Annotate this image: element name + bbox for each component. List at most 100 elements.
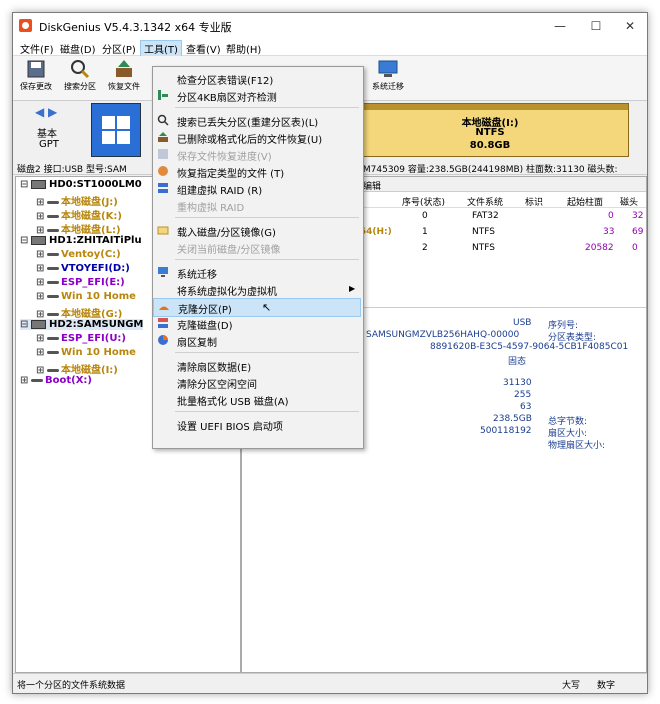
- row2-index: 2: [422, 243, 428, 253]
- menu-partition[interactable]: 分区(P): [99, 41, 139, 56]
- menu-help[interactable]: 帮助(H): [223, 41, 264, 56]
- mouse-cursor-icon: ↖: [262, 301, 272, 314]
- tree-partition-win10-1[interactable]: ⊞ Win 10 Home: [36, 291, 136, 302]
- partition-block-i[interactable]: 本地磁盘(I:) NTFS 80.8GB: [351, 103, 629, 157]
- detail-cylinders: 31130: [503, 378, 532, 388]
- menu-separator: [175, 217, 359, 218]
- menu-bar: 文件(F) 磁盘(D) 分区(P) 工具(T) 查看(V) 帮助(H): [13, 39, 647, 57]
- align-icon: [158, 90, 168, 100]
- close-button[interactable]: ✕: [613, 15, 647, 37]
- tree-disk-hd0[interactable]: ⊟ HD0:ST1000LM0: [20, 179, 142, 190]
- tree-partition-c[interactable]: ⊞ Ventoy(C:): [36, 249, 121, 260]
- menuitem-clone-disk[interactable]: 克隆磁盘(D): [153, 315, 361, 332]
- menu-separator: [175, 411, 359, 412]
- detail-fixed: 固态: [508, 357, 527, 367]
- detail-model: SAMSUNGMZVLB256HAHQ-00000: [366, 330, 520, 340]
- search-partition-button[interactable]: 搜索分区: [59, 58, 101, 98]
- disk-info-right: X0M745309 容量:238.5GB(244198MB) 柱面数:31130…: [351, 165, 618, 175]
- tree-partition-g[interactable]: ⊞ 本地磁盘(G:): [36, 305, 122, 320]
- tree-partition-e[interactable]: ⊞ ESP_EFI(E:): [36, 277, 125, 288]
- col-index: 序号(状态): [402, 198, 446, 208]
- detail-heads: 255: [514, 390, 532, 400]
- tree-partition-j[interactable]: ⊞ 本地磁盘(J:): [36, 193, 118, 208]
- migrate-icon: [378, 60, 398, 77]
- col-flag: 标识: [525, 198, 544, 208]
- menuitem-erase-sectors[interactable]: 清除扇区数据(E): [153, 357, 361, 374]
- menuitem-4kb-align[interactable]: 分区4KB扇区对齐检测: [153, 87, 361, 104]
- menuitem-recover-file-type[interactable]: 恢复指定类型的文件 (T): [153, 163, 361, 180]
- menuitem-load-image[interactable]: 载入磁盘/分区镜像(G): [153, 222, 361, 239]
- tree-partition-u[interactable]: ⊞ ESP_EFI(U:): [36, 333, 126, 344]
- menuitem-virtualize-system[interactable]: 将系统虚拟化为虚拟机 ▶: [153, 281, 361, 298]
- menu-disk[interactable]: 磁盘(D): [57, 41, 99, 56]
- menu-separator: [175, 259, 359, 260]
- recover-icon: [158, 132, 168, 142]
- col-start-cyl: 起始柱面: [567, 198, 604, 208]
- menuitem-uefi-boot[interactable]: 设置 UEFI BIOS 启动项: [153, 416, 361, 433]
- menu-file[interactable]: 文件(F): [17, 41, 57, 56]
- disk-mode-gpt: GPT: [39, 139, 59, 150]
- raid-icon: [158, 183, 168, 193]
- maximize-button[interactable]: ☐: [579, 15, 613, 37]
- tree-partition-i[interactable]: ⊞ 本地磁盘(I:): [36, 361, 118, 376]
- menuitem-wipe-free-space[interactable]: 清除分区空闲空间: [153, 374, 361, 391]
- partition-icon: [47, 252, 59, 256]
- system-migrate-label: 系统迁移: [372, 82, 404, 91]
- partition-icon: [47, 228, 59, 232]
- menu-separator: [175, 107, 359, 108]
- partition-icon: [47, 368, 59, 372]
- search-icon: [71, 60, 90, 79]
- save-changes-button[interactable]: 保存更改: [15, 58, 57, 98]
- menuitem-search-lost-partitions[interactable]: 搜索已丢失分区(重建分区表)(L): [153, 112, 361, 129]
- menuitem-file-recovery[interactable]: 已删除或格式化后的文件恢复(U): [153, 129, 361, 146]
- menu-separator: [175, 352, 359, 353]
- tree-boot-x[interactable]: ⊞ Boot(X:): [20, 375, 92, 386]
- windows-partition-block[interactable]: [91, 103, 141, 157]
- menuitem-batch-format-usb[interactable]: 批量格式化 USB 磁盘(A): [153, 391, 361, 408]
- nav-arrows-icon[interactable]: ◀ ▶: [35, 105, 57, 119]
- menu-tools[interactable]: 工具(T): [140, 40, 182, 57]
- menuitem-save-recovery-progress[interactable]: 保存文件恢复进度(V): [153, 146, 361, 163]
- row1-head: 69: [632, 227, 644, 237]
- hard-disk-icon: [31, 179, 46, 189]
- submenu-arrow-icon: ▶: [349, 284, 356, 293]
- menuitem-sector-copy[interactable]: 扇区复制: [153, 332, 361, 349]
- detail-guid: 8891620B-E3C5-4597-9064-5CB1F4085C01: [430, 342, 629, 352]
- col-filesystem: 文件系统: [467, 198, 504, 208]
- menuitem-rebuild-virtual-raid[interactable]: 重构虚拟 RAID: [153, 197, 361, 214]
- status-text: 将一个分区的文件系统数据: [17, 681, 126, 691]
- tree-disk-hd1[interactable]: ⊟ HD1:ZHITAITiPlu: [20, 235, 142, 246]
- partition-block-fs: NTFS: [475, 127, 505, 138]
- disk-mode-basic: 基本: [37, 129, 57, 140]
- tree-disk-hd2[interactable]: ⊟ HD2:SAMSUNGM: [20, 319, 144, 330]
- hard-disk-icon: [31, 235, 46, 245]
- minimize-button[interactable]: —: [543, 15, 577, 37]
- row0-fs: FAT32: [472, 211, 499, 221]
- status-num: 数字: [597, 681, 616, 691]
- menuitem-build-virtual-raid[interactable]: 组建虚拟 RAID (R): [153, 180, 361, 197]
- tree-partition-l[interactable]: ⊞ 本地磁盘(L:): [36, 221, 121, 236]
- partition-icon: [47, 200, 59, 204]
- image-icon: [157, 226, 169, 235]
- migrate-icon: [158, 267, 168, 277]
- partition-icon: [47, 280, 59, 284]
- tree-partition-k[interactable]: ⊞ 本地磁盘(K:): [36, 207, 122, 222]
- clone-disk-icon: [158, 318, 168, 328]
- menuitem-check-partition-table[interactable]: 检查分区表错误(F12): [153, 70, 361, 87]
- save-progress-icon: [158, 149, 168, 159]
- tree-partition-win10-2[interactable]: ⊞ Win 10 Home: [36, 347, 136, 358]
- detail-sectors: 63: [520, 402, 532, 412]
- partition-block-size: 80.8GB: [469, 140, 511, 151]
- recover-files-button[interactable]: 恢复文件: [103, 58, 145, 98]
- search-icon: [157, 114, 169, 126]
- recover-icon: [116, 60, 132, 77]
- tree-partition-d[interactable]: ⊞ VTOYEFI(D:): [36, 263, 130, 274]
- menuitem-close-image[interactable]: 关闭当前磁盘/分区镜像: [153, 239, 361, 256]
- sector-copy-icon: [158, 335, 168, 345]
- menuitem-system-migrate[interactable]: 系统迁移: [153, 264, 361, 281]
- partition-icon: [47, 266, 59, 270]
- system-migrate-button[interactable]: 系统迁移: [367, 58, 409, 98]
- partition-icon: [47, 350, 59, 354]
- menu-view[interactable]: 查看(V): [183, 41, 224, 56]
- filetype-icon: [158, 166, 168, 176]
